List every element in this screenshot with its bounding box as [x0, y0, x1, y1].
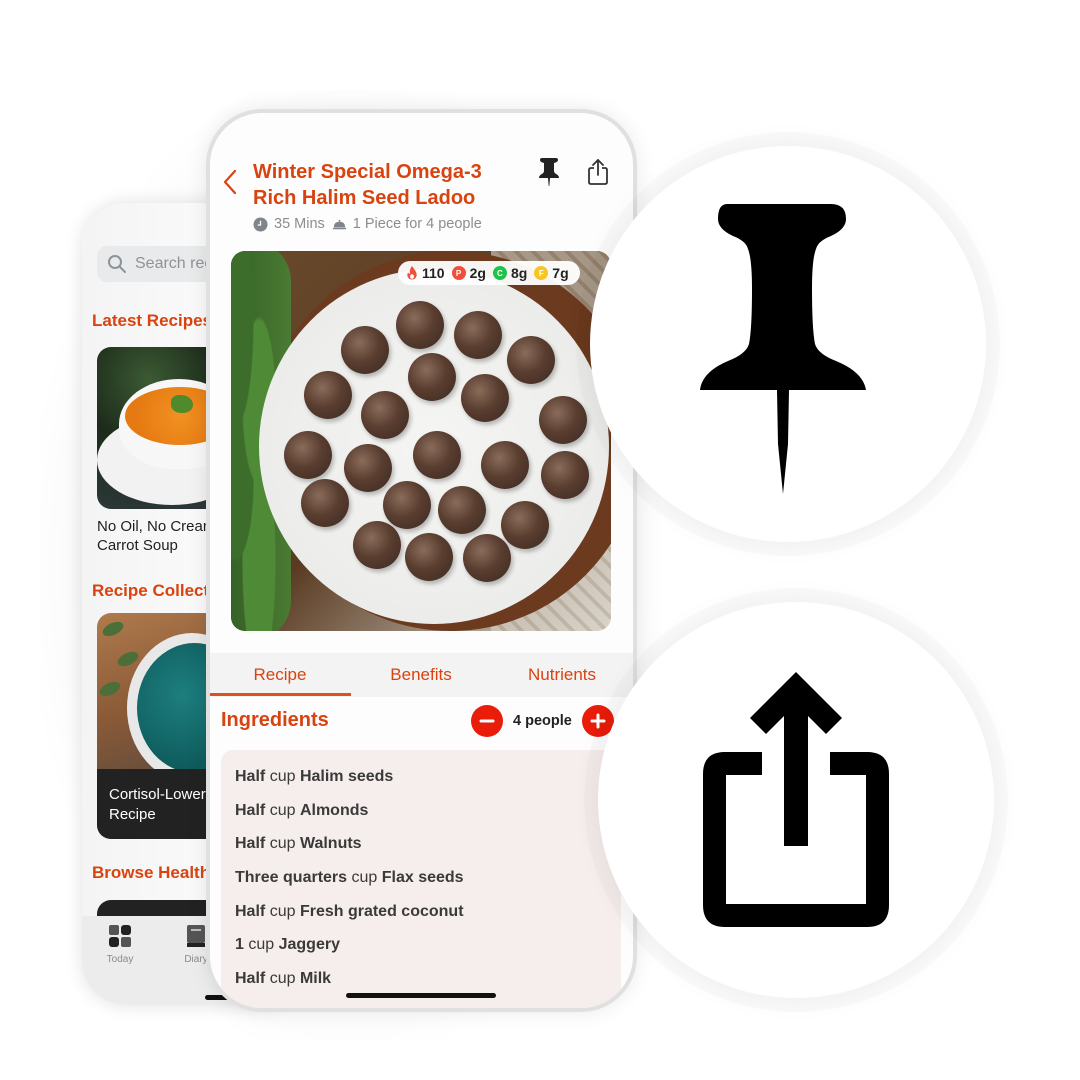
home-indicator	[346, 993, 496, 998]
ladoo-ball	[481, 441, 529, 489]
ingredient-name: Milk	[299, 970, 332, 988]
ingredient-name: Halim seeds	[299, 768, 394, 785]
cook-time: 35 Mins	[274, 216, 325, 232]
servings-count: 4 people	[513, 713, 572, 729]
carbs-value: 8g	[510, 265, 528, 281]
tab-benefits[interactable]: Benefits	[351, 665, 491, 685]
recipe-meta: 35 Mins 1 Piece for 4 people	[253, 216, 482, 232]
ladoo-ball	[461, 374, 509, 422]
ladoo-ball	[361, 391, 409, 439]
pin-callout	[590, 146, 986, 542]
protein-value: 2g	[469, 265, 486, 281]
pushpin-icon	[700, 204, 866, 494]
fat-value: 7g	[552, 265, 569, 281]
search-icon	[108, 255, 126, 273]
fat-icon: F	[534, 266, 549, 280]
ingredient-name: Flax seeds	[381, 869, 464, 887]
ingredient-name: Walnuts	[299, 835, 362, 853]
clock-icon	[253, 216, 268, 232]
ladoo-ball	[541, 451, 589, 499]
calorie-flame-icon	[407, 266, 417, 280]
ingredient-name: Almonds	[299, 801, 369, 819]
grid-icon	[109, 925, 131, 947]
ladoo-ball	[501, 501, 549, 549]
ingredient-unit: cup	[269, 902, 296, 920]
ladoo-ball	[408, 353, 456, 401]
serving-info: 1 Piece for 4 people	[352, 216, 482, 232]
ingredient-item: 1 cup Jaggery	[235, 932, 607, 966]
ingredient-unit: cup	[269, 835, 296, 853]
diary-icon	[187, 925, 205, 947]
ingredient-name: Fresh grated coconut	[299, 902, 464, 920]
ingredient-unit: cup	[269, 970, 296, 988]
ladoo-ball	[507, 336, 555, 384]
recipe-card-image-carrot-soup[interactable]	[97, 347, 227, 509]
ladoo-ball	[396, 301, 444, 349]
ladoo-ball	[413, 431, 461, 479]
share-button[interactable]	[587, 157, 609, 187]
ingredient-quantity: Half	[235, 902, 266, 920]
ladoo-ball	[341, 326, 389, 374]
calories-value: 110	[422, 265, 445, 281]
servings-stepper: 4 people	[471, 705, 614, 737]
section-heading-latest: Latest Recipes	[92, 311, 212, 330]
ladoo-ball	[344, 444, 392, 492]
plus-icon	[590, 713, 606, 729]
pin-button[interactable]	[537, 157, 561, 187]
ingredient-unit: cup	[269, 801, 296, 819]
ladoo-ball	[353, 521, 401, 569]
ingredient-name: Jaggery	[278, 936, 340, 954]
ingredient-item: Half cup Almonds	[235, 798, 607, 832]
recipe-photo: 110 P 2g C 8g F 7g	[231, 251, 611, 631]
back-chevron-icon[interactable]	[220, 168, 240, 196]
ladoo-ball	[284, 431, 332, 479]
collection-card-cortisol[interactable]: Cortisol-Lowering Recipe	[97, 613, 227, 839]
ladoo-ball	[454, 311, 502, 359]
tab-recipe[interactable]: Recipe	[210, 665, 350, 685]
ladoo-ball	[405, 533, 453, 581]
ingredient-item: Half cup Fresh grated coconut	[235, 899, 607, 933]
recipe-tabs: Recipe Benefits Nutrients	[210, 653, 633, 697]
ingredient-unit: cup	[269, 768, 296, 785]
tab-today[interactable]: Today	[95, 924, 145, 965]
ingredients-list: Half cup Halim seeds Half cup Almonds Half…	[221, 750, 621, 1008]
recipe-card-title-carrot-soup[interactable]: No Oil, No Cream Carrot Soup	[97, 517, 215, 555]
protein-icon: P	[451, 266, 466, 280]
carbs-icon: C	[492, 266, 507, 280]
ingredient-unit: cup	[351, 869, 378, 887]
ingredient-quantity: Half	[235, 835, 266, 853]
tab-nutrients[interactable]: Nutrients	[492, 665, 632, 685]
share-icon	[703, 672, 889, 927]
decrease-servings-button[interactable]	[471, 705, 503, 737]
ladoo-ball	[304, 371, 352, 419]
ingredient-quantity: Half	[235, 768, 266, 785]
ingredient-item: Three quarters cup Flax seeds	[235, 865, 607, 899]
ingredient-unit: cup	[248, 936, 275, 954]
ingredient-quantity: Half	[235, 970, 266, 988]
macro-summary-pill: 110 P 2g C 8g F 7g	[398, 261, 580, 285]
active-tab-indicator	[210, 693, 351, 696]
ladoo-ball	[463, 534, 511, 582]
share-callout	[598, 602, 994, 998]
ingredient-item: Half cup Halim seeds	[235, 764, 607, 798]
ladoo-ball	[383, 481, 431, 529]
section-heading-browse: Browse Healthy	[92, 863, 220, 882]
ingredients-heading: Ingredients	[221, 709, 329, 731]
recipe-title: Winter Special Omega-3 Rich Halim Seed L…	[253, 161, 482, 209]
serving-cloche-icon	[332, 219, 346, 229]
ingredient-quantity: 1	[235, 936, 244, 954]
ingredient-quantity: Half	[235, 801, 266, 819]
ladoo-ball	[301, 479, 349, 527]
ingredient-quantity: Three quarters	[235, 869, 348, 887]
ingredient-item: Half cup Walnuts	[235, 831, 607, 865]
minus-icon	[479, 719, 495, 723]
ladoo-ball	[438, 486, 486, 534]
recipe-detail-screen: Winter Special Omega-3 Rich Halim Seed L…	[210, 113, 633, 1008]
ladoo-ball	[539, 396, 587, 444]
